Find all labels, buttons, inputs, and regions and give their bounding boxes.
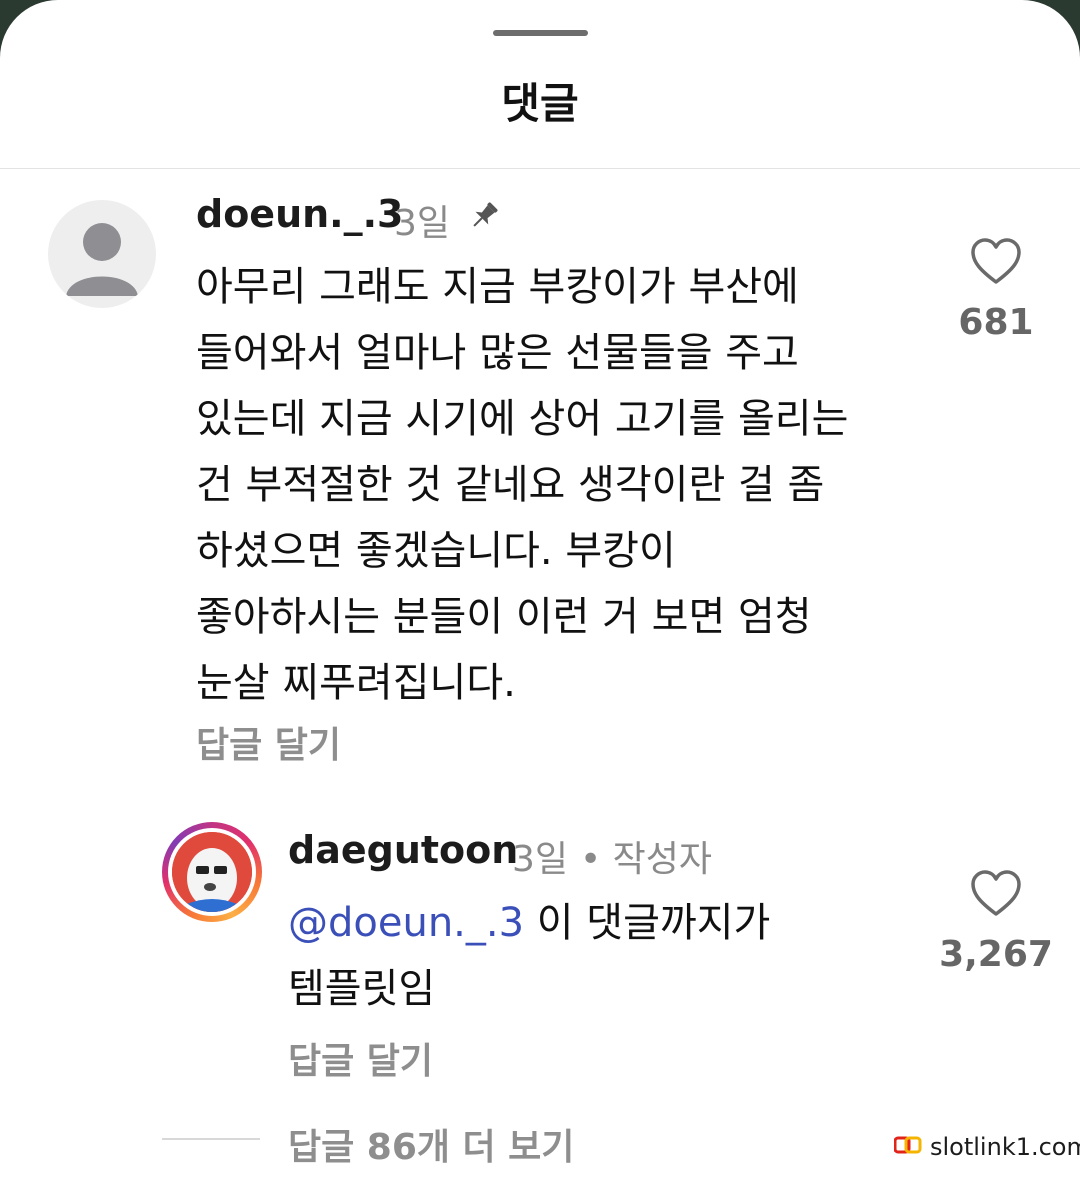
comment-text-line: 들어와서 얼마나 많은 선물들을 주고	[196, 330, 799, 376]
like-count: 681	[958, 302, 1034, 343]
comment-username[interactable]: doeun._.3	[196, 192, 404, 236]
sheet-drag-handle[interactable]	[493, 30, 588, 36]
watermark-text: slotlink1.com	[930, 1133, 1080, 1161]
heart-outline-icon[interactable]	[970, 238, 1022, 290]
comment-text-line: @doeun._.3 이 댓글까지가	[288, 890, 770, 956]
default-avatar-icon[interactable]	[48, 200, 156, 308]
comment-time: 3일	[512, 839, 569, 880]
watermark-logo-icon	[893, 1133, 922, 1161]
header-divider	[0, 168, 1080, 169]
author-badge: • 작성자	[580, 839, 713, 880]
comment-text: @doeun._.3 이 댓글까지가 템플릿임	[288, 890, 770, 1022]
comment-text: 아무리 그래도 지금 부캉이가 부산에 들어와서 얼마나 많은 선물들을 주고 …	[196, 254, 848, 716]
comment-text-segment: 이 댓글까지가	[524, 900, 771, 946]
comments-sheet: 댓글 doeun._.3 3일 아무리 그래도 지금 부캉이가 부산에 들어와서…	[0, 0, 1080, 1200]
comment-text-line: 눈살 찌푸려집니다.	[196, 660, 516, 706]
comment-text-line: 있는데 지금 시기에 상어 고기를 올리는	[196, 396, 849, 442]
reply-button[interactable]: 답글 달기	[288, 1032, 433, 1084]
comment-text-line: 템플릿임	[288, 966, 436, 1012]
user-avatar[interactable]	[162, 822, 262, 922]
comment-text-line: 아무리 그래도 지금 부캉이가 부산에	[196, 264, 799, 310]
comment-text-line: 하셨으면 좋겠습니다. 부캉이	[196, 528, 676, 574]
comment-time: 3일	[394, 203, 451, 244]
watermark: slotlink1.com	[888, 1130, 1080, 1164]
view-more-replies-button[interactable]: 답글 86개 더 보기	[288, 1118, 574, 1170]
sheet-title: 댓글	[501, 79, 579, 128]
reply-button[interactable]: 답글 달기	[196, 716, 341, 768]
pin-icon	[466, 198, 502, 238]
comment-text-line: 건 부적절한 것 같네요 생각이란 걸 좀	[196, 462, 825, 508]
more-replies-line	[162, 1138, 260, 1140]
comment-username[interactable]: daegutoon	[288, 828, 518, 872]
comment-text-line: 좋아하시는 분들이 이런 거 보면 엄청	[196, 594, 812, 640]
like-count: 3,267	[939, 934, 1053, 975]
mention-link[interactable]: @doeun._.3	[288, 900, 524, 946]
heart-outline-icon[interactable]	[970, 870, 1022, 922]
